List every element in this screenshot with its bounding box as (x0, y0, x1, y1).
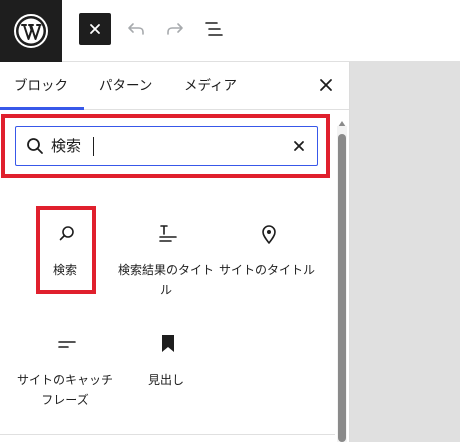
active-tab-indicator (0, 107, 84, 110)
undo-icon (128, 23, 144, 35)
tagline-icon (58, 341, 76, 348)
editor-toolbar (0, 0, 460, 62)
close-icon (320, 79, 332, 91)
inserter-toggle-button[interactable] (79, 13, 111, 45)
list-view-icon (205, 22, 223, 36)
search-icon (59, 226, 74, 241)
text-caret (93, 137, 94, 156)
block-label: サイトのタイトル (218, 263, 315, 277)
tab-patterns[interactable]: パターン (99, 62, 152, 110)
close-icon (294, 141, 304, 151)
scrollbar-thumb[interactable] (338, 134, 346, 442)
editor-canvas[interactable] (349, 62, 460, 442)
inserter-tabs: ブロック パターン メディア (0, 62, 349, 110)
block-label: 検索結果のタイトル (117, 263, 214, 297)
redo-icon (167, 23, 183, 35)
divider (0, 434, 335, 435)
undo-button[interactable] (120, 13, 152, 45)
block-search-field[interactable] (15, 126, 318, 166)
search-input[interactable] (51, 135, 281, 157)
block-label: サイトのキャッチフレーズ (16, 373, 113, 407)
redo-button[interactable] (159, 13, 191, 45)
title-icon (159, 225, 177, 242)
close-icon (90, 24, 100, 34)
list-view-button[interactable] (198, 13, 230, 45)
block-label: 検索 (52, 263, 77, 277)
bookmark-icon (162, 335, 174, 352)
block-label: 見出し (147, 373, 184, 387)
map-marker-icon (262, 225, 276, 244)
wordpress-logo[interactable] (0, 0, 62, 62)
tab-blocks[interactable]: ブロック (14, 62, 68, 110)
search-block-highlight-box (36, 206, 96, 294)
wordpress-icon (14, 14, 48, 48)
search-icon (27, 138, 43, 154)
clear-search-button[interactable] (288, 135, 310, 157)
block-inserter-panel: ブロック パターン メディア 検索 検索 検索結果のタイトル サイトのタイトル … (0, 62, 349, 442)
close-inserter-button[interactable] (312, 71, 340, 99)
tab-media[interactable]: メディア (184, 62, 237, 110)
